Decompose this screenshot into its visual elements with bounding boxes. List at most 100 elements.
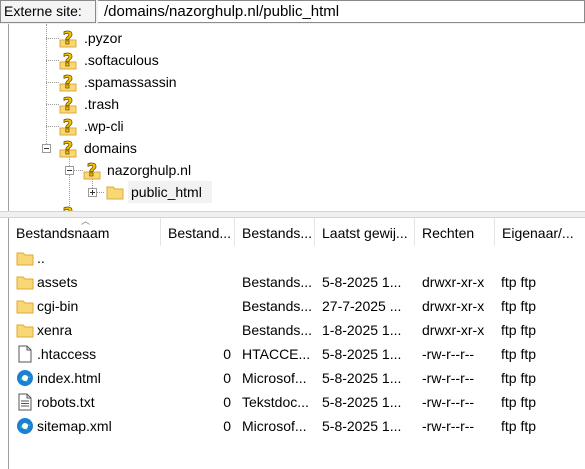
file-size: 0 [223,370,231,386]
list-item[interactable]: sitemap.xml 0 Microsof... 5-8-2025 1... … [9,414,585,438]
collapse-icon[interactable] [65,166,74,175]
unknown-folder-icon: ? [59,94,77,115]
file-type: Microsof... [242,370,307,386]
tree-item-nazorghulp[interactable]: ? nazorghulp.nl [9,159,585,181]
unknown-folder-icon: ? [59,204,77,211]
file-name: cgi-bin [37,298,79,314]
remote-site-bar: Externe site: /domains/nazorghulp.nl/pub… [0,0,585,24]
file-modified: 27-7-2025 ... [322,298,402,314]
list-header: ︿ Bestandsnaam Bestand... Bestands... La… [9,218,585,246]
unknown-folder-icon: ? [59,28,77,49]
list-item[interactable]: index.html 0 Microsof... 5-8-2025 1... -… [9,366,585,390]
unknown-folder-icon: ? [83,160,101,181]
column-header-owner[interactable]: Eigenaar/... [495,218,585,246]
svg-text:?: ? [63,28,73,48]
file-permissions: -rw-r--r-- [422,394,475,410]
panel-splitter[interactable] [0,211,585,218]
column-header-modified[interactable]: Laatst gewij... [315,218,415,246]
file-name: sitemap.xml [37,418,112,434]
tree-item-label: .softaculous [84,52,159,68]
file-modified: 1-8-2025 1... [322,322,402,338]
remote-site-label: Externe site: [0,0,96,23]
file-modified: 5-8-2025 1... [322,394,402,410]
edge-icon [16,369,34,387]
svg-text:?: ? [87,160,97,180]
file-type: Bestands... [242,322,313,338]
list-item[interactable]: assets Bestands... 5-8-2025 1... drwxr-x… [9,270,585,294]
tree-item-softaculous[interactable]: ? .softaculous [9,49,585,71]
remote-directory-tree[interactable]: ? .pyzor ? .softaculous ? .spamassassin … [8,24,585,211]
remote-path-input[interactable]: /domains/nazorghulp.nl/public_html [98,0,585,23]
tree-item-label: .wp-cli [84,118,124,134]
file-owner: ftp ftp [501,394,537,410]
collapse-icon[interactable] [42,144,51,153]
file-size: 0 [223,346,231,362]
file-name: .. [37,250,45,266]
svg-text:?: ? [63,72,73,92]
file-permissions: -rw-r--r-- [422,418,475,434]
file-name: assets [37,274,78,290]
file-type: Tekstdoc... [242,394,309,410]
file-permissions: drwxr-xr-x [422,322,485,338]
file-modified: 5-8-2025 1... [322,370,402,386]
file-type: Bestands... [242,274,313,290]
svg-text:?: ? [63,50,73,70]
text-file-icon [16,393,34,411]
file-modified: 5-8-2025 1... [322,346,402,362]
list-item[interactable]: cgi-bin Bestands... 27-7-2025 ... drwxr-… [9,294,585,318]
file-owner: ftp ftp [501,274,537,290]
expand-icon[interactable] [88,188,97,197]
file-modified: 5-8-2025 1... [322,274,402,290]
folder-icon [16,273,34,291]
tree-item-trash[interactable]: ? .trash [9,93,585,115]
file-owner: ftp ftp [501,418,537,434]
file-name: .htaccess [37,346,97,362]
svg-text:?: ? [63,204,73,211]
file-permissions: drwxr-xr-x [422,274,485,290]
svg-text:?: ? [63,94,73,114]
tree-item-domains[interactable]: ? domains [9,137,585,159]
file-permissions: -rw-r--r-- [422,370,475,386]
edge-icon [16,417,34,435]
tree-item-public-html[interactable]: public_html [9,181,585,203]
file-name: robots.txt [37,394,95,410]
file-size: 0 [223,418,231,434]
tree-item-wp-cli[interactable]: ? .wp-cli [9,115,585,137]
tree-item-spamassassin[interactable]: ? .spamassassin [9,71,585,93]
unknown-folder-icon: ? [59,138,77,159]
file-owner: ftp ftp [501,298,537,314]
file-owner: ftp ftp [501,346,537,362]
file-permissions: drwxr-xr-x [422,298,485,314]
column-header-filesize[interactable]: Bestand... [161,218,235,246]
blank-file-icon [16,345,34,363]
tree-item-label: .pyzor [84,30,123,46]
file-name: xenra [37,322,73,338]
file-type: Bestands... [242,298,313,314]
tree-item-label: .spamassassin [84,74,177,90]
folder-icon [16,321,34,339]
svg-text:?: ? [63,116,73,136]
column-header-permissions[interactable]: Rechten [415,218,495,246]
svg-text:?: ? [63,138,73,158]
list-item[interactable]: .htaccess 0 HTACCE... 5-8-2025 1... -rw-… [9,342,585,366]
tree-item-label: nazorghulp.nl [107,162,192,178]
folder-icon [16,249,34,267]
file-type: HTACCE... [242,346,311,362]
folder-icon [16,297,34,315]
file-owner: ftp ftp [501,370,537,386]
sort-ascending-icon: ︿ [81,218,91,226]
column-header-filetype[interactable]: Bestands... [235,218,315,246]
tree-item-pyzor[interactable]: ? .pyzor [9,27,585,49]
remote-file-list[interactable]: ︿ Bestandsnaam Bestand... Bestands... La… [8,218,585,469]
list-item[interactable]: xenra Bestands... 1-8-2025 1... drwxr-xr… [9,318,585,342]
tree-item-label: public_html [131,184,202,200]
file-name: index.html [37,370,101,386]
list-item[interactable]: robots.txt 0 Tekstdoc... 5-8-2025 1... -… [9,390,585,414]
column-header-filename[interactable]: ︿ Bestandsnaam [9,218,161,246]
file-modified: 5-8-2025 1... [322,418,402,434]
list-item[interactable]: .. [9,246,585,270]
file-permissions: -rw-r--r-- [422,346,475,362]
file-size: 0 [223,394,231,410]
unknown-folder-icon: ? [59,50,77,71]
file-type: Microsof... [242,418,307,434]
